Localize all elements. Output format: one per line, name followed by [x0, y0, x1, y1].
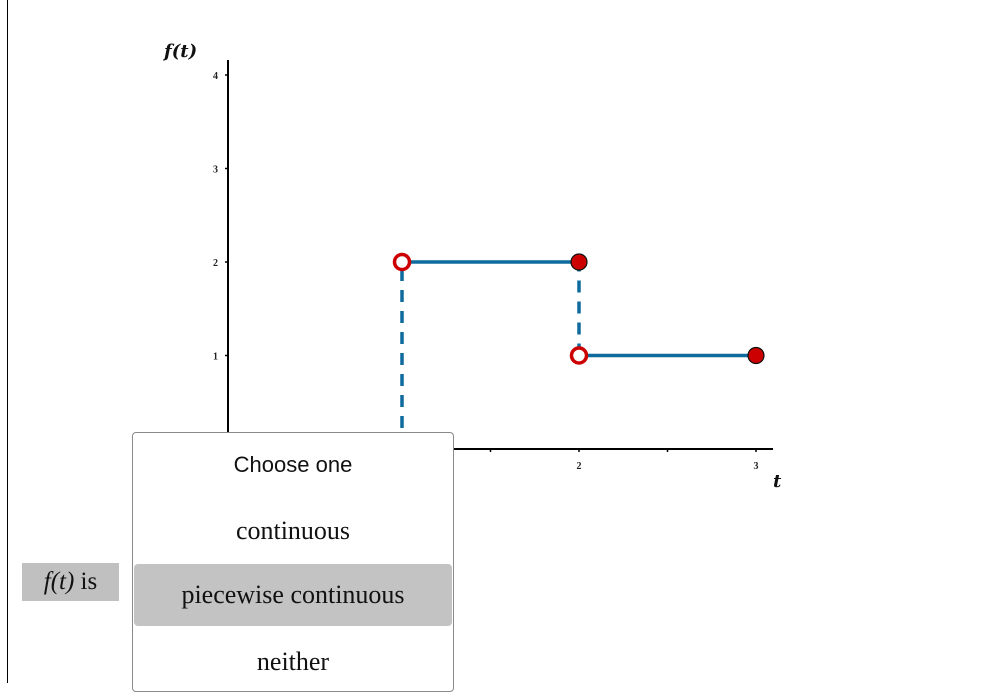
axes: 1 2 3 4 2 3 [213, 60, 773, 472]
prompt-suffix: is [74, 568, 98, 595]
open-point-marker [392, 252, 412, 272]
question-prompt: f(t) is [22, 563, 119, 601]
open-point-marker [569, 346, 589, 365]
dropdown-option-continuous[interactable]: continuous [134, 501, 452, 563]
x-tick-label: 3 [754, 461, 759, 472]
y-tick-label: 1 [213, 352, 218, 363]
x-axis-label: t [773, 471, 782, 492]
closed-point-marker [747, 346, 765, 365]
y-tick-label: 4 [213, 71, 218, 82]
y-tick-label: 2 [213, 258, 218, 269]
y-axis-label: f(t) [162, 41, 197, 62]
prompt-function: f(t) [43, 568, 75, 595]
dropdown-option-neither[interactable]: neither [134, 631, 452, 693]
dropdown-option-piecewise-continuous[interactable]: piecewise continuous [134, 564, 452, 626]
y-tick-label: 3 [213, 165, 218, 176]
closed-point-marker [570, 253, 588, 271]
answer-dropdown-menu[interactable]: Choose one continuous piecewise continuo… [132, 432, 454, 692]
dropdown-placeholder-option[interactable]: Choose one [134, 445, 452, 485]
x-tick-label: 2 [577, 461, 582, 472]
